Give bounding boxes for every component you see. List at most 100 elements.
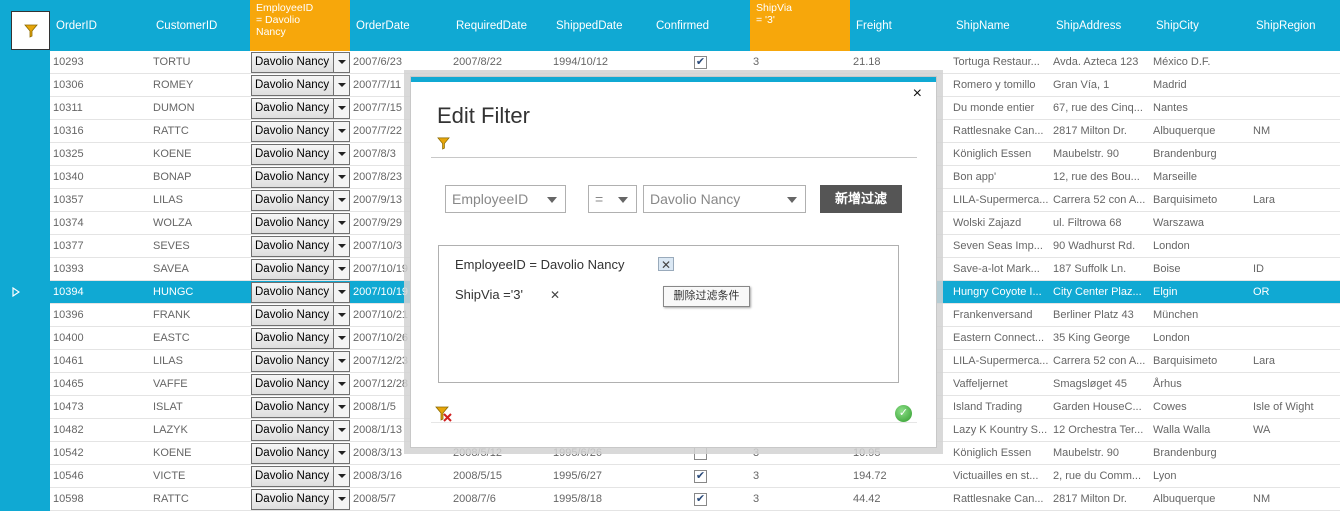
employee-dropdown[interactable]: Davolio Nancy	[251, 489, 350, 510]
employee-dropdown[interactable]: Davolio Nancy	[251, 305, 350, 326]
chevron-down-icon	[547, 197, 557, 203]
cell-required: 2008/7/6	[453, 493, 496, 505]
column-header[interactable]: ShippedDate	[550, 0, 650, 51]
cell-city: Warszawa	[1153, 217, 1204, 229]
cell-region	[1250, 74, 1340, 97]
employee-dropdown[interactable]: Davolio Nancy	[251, 144, 350, 165]
chevron-down-icon[interactable]	[333, 398, 349, 417]
employee-dropdown-value: Davolio Nancy	[255, 125, 330, 137]
cell-customer: LAZYK	[153, 424, 188, 436]
column-header[interactable]: ShipVia = '3'	[750, 0, 850, 51]
column-header[interactable]: EmployeeID = Davolio Nancy	[250, 0, 350, 51]
employee-dropdown[interactable]: Davolio Nancy	[251, 466, 350, 487]
chevron-down-icon[interactable]	[333, 260, 349, 279]
employee-dropdown[interactable]: Davolio Nancy	[251, 351, 350, 372]
check-circle-icon[interactable]: ✓	[895, 405, 912, 422]
cell-shipName: Tortuga Restaur...	[953, 56, 1040, 68]
employee-dropdown[interactable]: Davolio Nancy	[251, 75, 350, 96]
chevron-down-icon[interactable]	[333, 168, 349, 187]
chevron-down-icon[interactable]	[333, 53, 349, 72]
column-header[interactable]: CustomerID	[150, 0, 250, 51]
chevron-down-icon[interactable]	[333, 76, 349, 95]
cell-address: 12 Orchestra Ter...	[1053, 424, 1144, 436]
cell-shipName: Lazy K Kountry S...	[953, 424, 1048, 436]
employee-dropdown-value: Davolio Nancy	[255, 217, 330, 229]
filter-button[interactable]	[11, 11, 50, 50]
chevron-down-icon[interactable]	[333, 191, 349, 210]
close-icon[interactable]: ×	[913, 85, 922, 103]
cell-city: Lyon	[1153, 470, 1177, 482]
employee-dropdown-value: Davolio Nancy	[255, 447, 330, 459]
chevron-down-icon[interactable]	[333, 99, 349, 118]
cell-customer: BONAP	[153, 171, 192, 183]
cell-orderDate: 2008/5/7	[353, 493, 396, 505]
employee-dropdown[interactable]: Davolio Nancy	[251, 259, 350, 280]
cell-order: 10461	[53, 355, 84, 367]
chevron-down-icon[interactable]	[333, 237, 349, 256]
employee-dropdown[interactable]: Davolio Nancy	[251, 213, 350, 234]
chevron-down-icon[interactable]	[333, 145, 349, 164]
chevron-down-icon[interactable]	[333, 421, 349, 440]
employee-dropdown[interactable]: Davolio Nancy	[251, 420, 350, 441]
employee-dropdown[interactable]: Davolio Nancy	[251, 52, 350, 73]
chevron-down-icon[interactable]	[333, 329, 349, 348]
remove-filter-employee-icon[interactable]: ✕	[658, 257, 674, 272]
employee-dropdown[interactable]: Davolio Nancy	[251, 374, 350, 395]
chevron-down-icon[interactable]	[333, 122, 349, 141]
chevron-down-icon[interactable]	[333, 490, 349, 509]
column-header[interactable]: ShipRegion	[1250, 0, 1340, 51]
employee-dropdown[interactable]: Davolio Nancy	[251, 397, 350, 418]
field-select[interactable]: EmployeeID	[445, 185, 566, 213]
confirmed-checkbox[interactable]: ✔	[694, 470, 707, 483]
cell-address: Gran Vía, 1	[1053, 79, 1110, 91]
column-header[interactable]: ShipCity	[1150, 0, 1250, 51]
table-row[interactable]: 10546 VICTE 2008/3/16 2008/5/15 1995/6/27 3 19…	[50, 465, 1340, 488]
employee-dropdown-value: Davolio Nancy	[255, 401, 330, 413]
column-header[interactable]: ShipAddress	[1050, 0, 1150, 51]
chevron-down-icon[interactable]	[333, 352, 349, 371]
column-header[interactable]: OrderDate	[350, 0, 450, 51]
remove-filter-shipvia-icon[interactable]: ✕	[547, 288, 563, 302]
confirmed-checkbox[interactable]: ✔	[694, 493, 707, 506]
employee-dropdown[interactable]: Davolio Nancy	[251, 190, 350, 211]
cell-shipName: Eastern Connect...	[953, 332, 1045, 344]
cell-shipVia: 3	[753, 470, 760, 482]
employee-dropdown[interactable]: Davolio Nancy	[251, 443, 350, 464]
employee-dropdown[interactable]: Davolio Nancy	[251, 167, 350, 188]
chevron-down-icon[interactable]	[333, 214, 349, 233]
chevron-down-icon[interactable]	[333, 306, 349, 325]
cell-region	[1250, 465, 1340, 488]
employee-dropdown[interactable]: Davolio Nancy	[251, 282, 350, 303]
chevron-down-icon[interactable]	[333, 375, 349, 394]
employee-dropdown-value: Davolio Nancy	[255, 263, 330, 275]
column-header[interactable]: Confirmed	[650, 0, 750, 51]
table-row[interactable]: 10598 RATTC 2008/5/7 2008/7/6 1995/8/18 3 44.4…	[50, 488, 1340, 511]
column-header[interactable]: ShipName	[950, 0, 1050, 51]
cell-address: 35 King George	[1053, 332, 1131, 344]
employee-dropdown[interactable]: Davolio Nancy	[251, 98, 350, 119]
employee-dropdown-value: Davolio Nancy	[255, 79, 330, 91]
chevron-down-icon[interactable]	[333, 283, 349, 302]
cell-orderDate: 2008/3/16	[353, 470, 402, 482]
column-header[interactable]: RequiredDate	[450, 0, 550, 51]
row-pointer-icon	[12, 287, 20, 297]
table-row[interactable]: 10293 TORTU 2007/6/23 2007/8/22 1994/10/12 3 2…	[50, 51, 1340, 74]
cell-region: WA	[1253, 424, 1271, 436]
employee-dropdown[interactable]: Davolio Nancy	[251, 121, 350, 142]
confirmed-checkbox[interactable]: ✔	[694, 56, 707, 69]
value-select[interactable]: Davolio Nancy	[643, 185, 806, 213]
cell-customer: LILAS	[153, 194, 183, 206]
cell-address: 90 Wadhurst Rd.	[1053, 240, 1136, 252]
cell-order: 10542	[53, 447, 84, 459]
add-filter-button[interactable]: 新增过滤	[820, 185, 902, 213]
employee-dropdown[interactable]: Davolio Nancy	[251, 328, 350, 349]
employee-dropdown[interactable]: Davolio Nancy	[251, 236, 350, 257]
cell-region	[1250, 97, 1340, 120]
operator-select[interactable]: =	[588, 185, 637, 213]
cell-order: 10546	[53, 470, 84, 482]
chevron-down-icon[interactable]	[333, 467, 349, 486]
column-header[interactable]: OrderID	[50, 0, 150, 51]
confirmed-checkbox[interactable]	[694, 447, 707, 460]
column-header[interactable]: Freight	[850, 0, 950, 51]
chevron-down-icon[interactable]	[333, 444, 349, 463]
